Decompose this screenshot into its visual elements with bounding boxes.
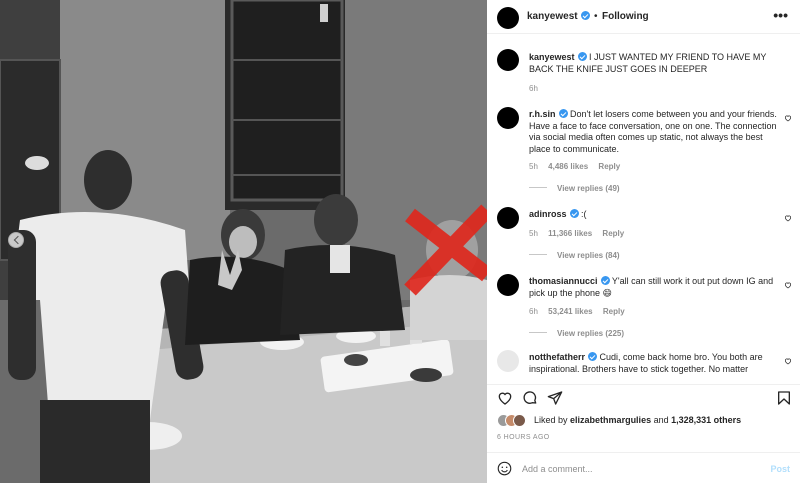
header-separator: • xyxy=(594,11,598,22)
post-side-panel: kanyewest • Following ••• kanyewest I JU… xyxy=(487,0,800,483)
verified-icon xyxy=(580,11,590,20)
liked-by-text: Liked by elizabethmargulies and 1,328,33… xyxy=(534,415,742,425)
comment-meta: 5h 4,486 likes Reply xyxy=(529,162,628,171)
verified-icon xyxy=(569,209,579,218)
verified-icon xyxy=(558,109,568,118)
comment-like-icon[interactable] xyxy=(784,214,792,222)
commenter-avatar[interactable] xyxy=(497,207,519,229)
comment-likes[interactable]: 4,486 likes xyxy=(548,162,588,171)
comment-like-icon[interactable] xyxy=(784,114,792,122)
previous-photo-button[interactable] xyxy=(8,232,24,248)
post-header: kanyewest • Following ••• xyxy=(487,0,800,34)
author-username[interactable]: kanyewest xyxy=(527,11,590,22)
post-image xyxy=(0,0,487,483)
post-actions xyxy=(487,384,800,408)
view-replies-button[interactable]: View replies (84) xyxy=(529,251,620,260)
commenter-avatar[interactable] xyxy=(497,350,519,372)
caption-time: 6h xyxy=(529,84,538,93)
comment-meta: 5h 11,366 likes Reply xyxy=(529,229,632,238)
liker-avatar xyxy=(513,414,526,427)
comment-text: thomasiannucci Y'all can still work it o… xyxy=(529,276,779,299)
caption-avatar[interactable] xyxy=(497,49,519,71)
author-avatar[interactable] xyxy=(497,7,519,29)
comments-list[interactable]: kanyewest I JUST WANTED MY FRIEND TO HAV… xyxy=(487,35,800,380)
comment-text: notthefatherr Cudi, come back home bro. … xyxy=(529,352,779,375)
comment-username[interactable]: r.h.sin xyxy=(529,109,556,119)
liked-by-user[interactable]: elizabethmargulies xyxy=(570,415,651,425)
verified-icon xyxy=(588,352,597,361)
verified-icon xyxy=(600,276,610,285)
commenter-avatar[interactable] xyxy=(497,107,519,129)
comment-likes[interactable]: 53,241 likes xyxy=(548,307,592,316)
liked-by-count[interactable]: 1,328,331 others xyxy=(671,415,741,425)
comment-input[interactable] xyxy=(522,462,752,476)
comment-time: 5h xyxy=(529,162,538,171)
caption-meta: 6h xyxy=(529,84,546,93)
comment-meta: 6h 53,241 likes Reply xyxy=(529,307,633,316)
post-timestamp[interactable]: 6 HOURS AGO xyxy=(497,434,550,441)
reply-button[interactable]: Reply xyxy=(602,229,624,238)
caption-username[interactable]: kanyewest xyxy=(529,52,575,62)
commenter-avatar[interactable] xyxy=(497,274,519,296)
share-icon[interactable] xyxy=(547,390,563,406)
comment-icon[interactable] xyxy=(522,390,538,406)
replies-line xyxy=(529,332,547,333)
comment-username[interactable]: thomasiannucci xyxy=(529,276,598,286)
comment-username[interactable]: notthefatherr xyxy=(529,352,585,362)
heart-icon[interactable] xyxy=(497,390,513,406)
post-comment-button[interactable]: Post xyxy=(770,464,790,474)
comment-username[interactable]: adinross xyxy=(529,209,567,219)
smiley-icon[interactable] xyxy=(497,461,512,476)
following-button[interactable]: Following xyxy=(602,11,649,22)
replies-line xyxy=(529,187,547,188)
comment-likes[interactable]: 11,366 likes xyxy=(548,229,592,238)
reply-button[interactable]: Reply xyxy=(603,307,625,316)
caption-text: kanyewest I JUST WANTED MY FRIEND TO HAV… xyxy=(529,52,779,75)
comment-like-icon[interactable] xyxy=(784,281,792,289)
add-comment-bar: Post xyxy=(487,452,800,483)
reply-button[interactable]: Reply xyxy=(598,162,620,171)
comment-time: 5h xyxy=(529,229,538,238)
replies-line xyxy=(529,254,547,255)
verified-icon xyxy=(577,52,587,61)
comment-text: r.h.sin Don't let losers come between yo… xyxy=(529,109,779,155)
bookmark-icon[interactable] xyxy=(776,390,792,406)
view-replies-button[interactable]: View replies (225) xyxy=(529,329,624,338)
comment-like-icon[interactable] xyxy=(784,357,792,365)
more-options-icon[interactable]: ••• xyxy=(773,7,788,23)
post-photo xyxy=(0,0,487,483)
comment-text: adinross :( xyxy=(529,209,779,221)
view-replies-button[interactable]: View replies (49) xyxy=(529,184,620,193)
comment-time: 6h xyxy=(529,307,538,316)
comment-body: :( xyxy=(581,209,587,219)
